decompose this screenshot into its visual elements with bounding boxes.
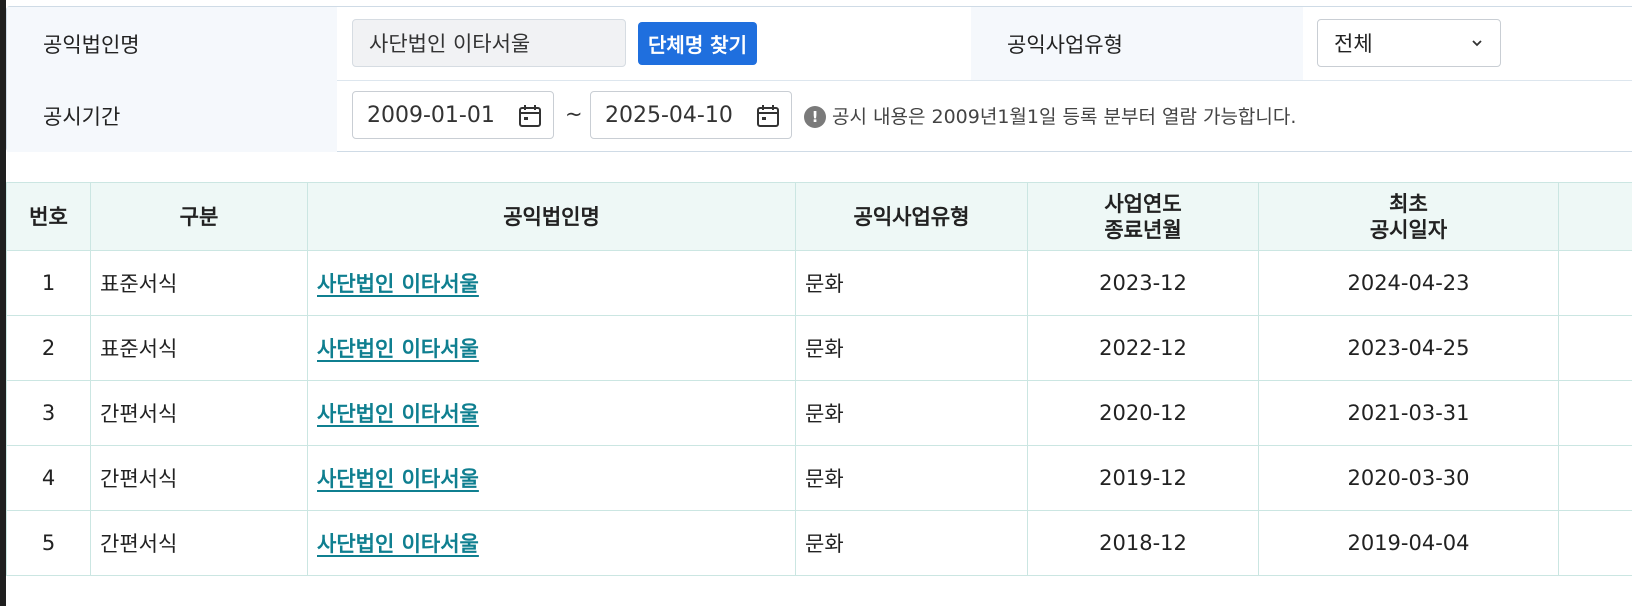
find-corp-button[interactable]: 단체명 찾기 bbox=[638, 22, 757, 65]
cell-first-disclosure: 2020-03-30 bbox=[1258, 445, 1559, 511]
period-label: 공시기간 bbox=[7, 80, 337, 152]
corp-name-link[interactable]: 사단법인 이타서울 bbox=[317, 467, 479, 491]
business-type-selected: 전체 bbox=[1334, 32, 1373, 56]
table-header-row: 번호 구분 공익법인명 공익사업유형 사업연도 종료년월 최초 공시일자 bbox=[6, 182, 1632, 251]
header-category: 구분 bbox=[90, 182, 308, 251]
cell-first-disclosure: 2023-04-25 bbox=[1258, 315, 1559, 381]
table-row: 2 표준서식 사단법인 이타서울 문화 2022-12 2023-04-25 bbox=[6, 315, 1632, 381]
cell-no: 1 bbox=[6, 250, 91, 316]
cell-fiscal-end: 2023-12 bbox=[1027, 250, 1259, 316]
end-date-input[interactable]: 2025-04-10 bbox=[590, 91, 792, 139]
cell-business-type: 문화 bbox=[795, 380, 1028, 446]
cell-business-type: 문화 bbox=[795, 315, 1028, 381]
header-fiscal-end-line1: 사업연도 bbox=[1104, 191, 1182, 216]
corp-name-input[interactable]: 사단법인 이타서울 bbox=[352, 19, 626, 67]
header-fiscal-end: 사업연도 종료년월 bbox=[1027, 182, 1259, 251]
business-type-select[interactable]: 전체 bbox=[1317, 19, 1501, 67]
cell-category: 간편서식 bbox=[90, 510, 308, 576]
period-notice-text: 공시 내용은 2009년1월1일 등록 분부터 열람 가능합니다. bbox=[832, 106, 1297, 128]
table-row: 5 간편서식 사단법인 이타서울 문화 2018-12 2019-04-04 bbox=[6, 510, 1632, 576]
calendar-icon[interactable] bbox=[517, 103, 543, 129]
cell-business-type: 문화 bbox=[795, 250, 1028, 316]
corp-name-link[interactable]: 사단법인 이타서울 bbox=[317, 337, 479, 361]
start-date-input[interactable]: 2009-01-01 bbox=[352, 91, 554, 139]
header-extra bbox=[1558, 182, 1632, 251]
cell-corp-name: 사단법인 이타서울 bbox=[307, 315, 796, 381]
cell-first-disclosure: 2019-04-04 bbox=[1258, 510, 1559, 576]
cell-extra bbox=[1558, 510, 1632, 576]
cell-extra bbox=[1558, 250, 1632, 316]
date-range-separator: ~ bbox=[565, 102, 583, 126]
header-business-type: 공익사업유형 bbox=[795, 182, 1028, 251]
cell-category: 표준서식 bbox=[90, 315, 308, 381]
cell-no: 2 bbox=[6, 315, 91, 381]
disclosure-table: 번호 구분 공익법인명 공익사업유형 사업연도 종료년월 최초 공시일자 1 표준서… bbox=[6, 182, 1632, 576]
cell-corp-name: 사단법인 이타서울 bbox=[307, 445, 796, 511]
search-row-period: 공시기간 2009-01-01 ~ 2025-04-10 ! 공시 내용은 20… bbox=[7, 80, 1632, 152]
cell-category: 간편서식 bbox=[90, 445, 308, 511]
chevron-down-icon bbox=[1472, 40, 1482, 47]
cell-fiscal-end: 2022-12 bbox=[1027, 315, 1259, 381]
info-icon: ! bbox=[804, 105, 826, 128]
cell-corp-name: 사단법인 이타서울 bbox=[307, 380, 796, 446]
business-type-label: 공익사업유형 bbox=[971, 7, 1303, 80]
corp-name-link[interactable]: 사단법인 이타서울 bbox=[317, 272, 479, 296]
cell-business-type: 문화 bbox=[795, 510, 1028, 576]
corp-name-link[interactable]: 사단법인 이타서울 bbox=[317, 532, 479, 556]
cell-first-disclosure: 2024-04-23 bbox=[1258, 250, 1559, 316]
cell-corp-name: 사단법인 이타서울 bbox=[307, 510, 796, 576]
header-no: 번호 bbox=[6, 182, 91, 251]
cell-corp-name: 사단법인 이타서울 bbox=[307, 250, 796, 316]
start-date-value: 2009-01-01 bbox=[367, 102, 495, 128]
header-first-disclosure: 최초 공시일자 bbox=[1258, 182, 1559, 251]
cell-first-disclosure: 2021-03-31 bbox=[1258, 380, 1559, 446]
cell-fiscal-end: 2018-12 bbox=[1027, 510, 1259, 576]
cell-business-type: 문화 bbox=[795, 445, 1028, 511]
header-corp-name: 공익법인명 bbox=[307, 182, 796, 251]
cell-fiscal-end: 2019-12 bbox=[1027, 445, 1259, 511]
cell-no: 5 bbox=[6, 510, 91, 576]
search-row-corp: 공익법인명 사단법인 이타서울 단체명 찾기 공익사업유형 전체 bbox=[7, 7, 1632, 81]
cell-extra bbox=[1558, 445, 1632, 511]
end-date-value: 2025-04-10 bbox=[605, 102, 733, 128]
corp-name-link[interactable]: 사단법인 이타서울 bbox=[317, 402, 479, 426]
table-row: 4 간편서식 사단법인 이타서울 문화 2019-12 2020-03-30 bbox=[6, 445, 1632, 511]
cell-extra bbox=[1558, 380, 1632, 446]
corp-name-label: 공익법인명 bbox=[7, 7, 337, 80]
cell-category: 간편서식 bbox=[90, 380, 308, 446]
header-first-disclosure-line1: 최초 bbox=[1389, 191, 1428, 216]
cell-no: 4 bbox=[6, 445, 91, 511]
table-row: 1 표준서식 사단법인 이타서울 문화 2023-12 2024-04-23 bbox=[6, 250, 1632, 316]
search-panel: 공익법인명 사단법인 이타서울 단체명 찾기 공익사업유형 전체 공시기간 20… bbox=[6, 6, 1632, 152]
cell-fiscal-end: 2020-12 bbox=[1027, 380, 1259, 446]
calendar-icon[interactable] bbox=[755, 103, 781, 129]
cell-extra bbox=[1558, 315, 1632, 381]
cell-category: 표준서식 bbox=[90, 250, 308, 316]
header-fiscal-end-line2: 종료년월 bbox=[1104, 217, 1182, 242]
header-first-disclosure-line2: 공시일자 bbox=[1369, 217, 1448, 242]
period-notice: ! 공시 내용은 2009년1월1일 등록 분부터 열람 가능합니다. bbox=[804, 102, 1296, 129]
table-row: 3 간편서식 사단법인 이타서울 문화 2020-12 2021-03-31 bbox=[6, 380, 1632, 446]
cell-no: 3 bbox=[6, 380, 91, 446]
